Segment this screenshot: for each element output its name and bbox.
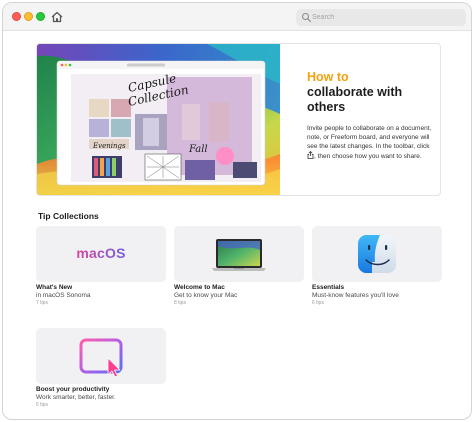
featured-kicker: How to [307, 70, 349, 84]
search-input[interactable] [312, 9, 462, 26]
collection-tip-count: 6 tips [312, 300, 324, 306]
featured-tip-text: How to collaborate with others Invite pe… [307, 70, 435, 161]
collection-card-boost-productivity[interactable]: Boost your productivity Work smarter, be… [36, 328, 166, 418]
collection-thumbnail [36, 328, 166, 384]
board-word-fall: Fall [188, 144, 208, 155]
collection-thumbnail [174, 226, 304, 282]
close-window-button[interactable] [12, 12, 21, 21]
collection-subtitle: in macOS Sonoma [36, 292, 91, 299]
tip-collections-heading: Tip Collections [38, 211, 99, 221]
collection-card-whats-new[interactable]: macOS What's New in macOS Sonoma 7 tips [36, 226, 166, 316]
collection-tip-count: 5 tips [36, 402, 48, 408]
featured-body: Invite people to collaborate on a docume… [307, 124, 435, 161]
collection-card-welcome-to-mac[interactable]: Welcome to Mac Get to know your Mac 8 ti… [174, 226, 304, 316]
collection-tip-count: 8 tips [174, 300, 186, 306]
collection-subtitle: Work smarter, better, faster. [36, 394, 116, 401]
collection-tip-count: 7 tips [36, 300, 48, 306]
collection-title: What's New [36, 284, 73, 291]
app-window: Capsule Collection Evenings Fall How to … [2, 2, 472, 420]
collection-subtitle: Must-know features you'll love [312, 292, 399, 299]
finder-icon [358, 235, 396, 273]
featured-tip-image: Capsule Collection Evenings Fall [37, 44, 280, 195]
collection-subtitle: Get to know your Mac [174, 292, 238, 299]
board-word-evenings: Evenings [92, 142, 126, 150]
macbook-icon [212, 239, 266, 271]
collection-title: Essentials [312, 284, 345, 291]
collection-title: Boost your productivity [36, 386, 110, 393]
minimize-window-button[interactable] [24, 12, 33, 21]
macos-wordmark: macOS [36, 245, 166, 261]
window-cursor-icon [79, 338, 123, 378]
collection-card-essentials[interactable]: Essentials Must-know features you'll lov… [312, 226, 442, 316]
share-icon [307, 151, 314, 159]
featured-body-text: Invite people to collaborate on a docume… [307, 125, 432, 150]
featured-tip-card[interactable]: Capsule Collection Evenings Fall How to … [36, 43, 441, 196]
search-field[interactable] [296, 9, 466, 26]
home-icon[interactable] [50, 10, 64, 24]
search-icon [301, 12, 312, 23]
collection-thumbnail: macOS [36, 226, 166, 282]
featured-title: collaborate with others [307, 85, 403, 114]
collection-title: Welcome to Mac [174, 284, 225, 291]
title-bar [3, 3, 471, 31]
zoom-window-button[interactable] [36, 12, 45, 21]
featured-body-text-end: , then choose how you want to share. [314, 153, 422, 160]
collection-thumbnail [312, 226, 442, 282]
